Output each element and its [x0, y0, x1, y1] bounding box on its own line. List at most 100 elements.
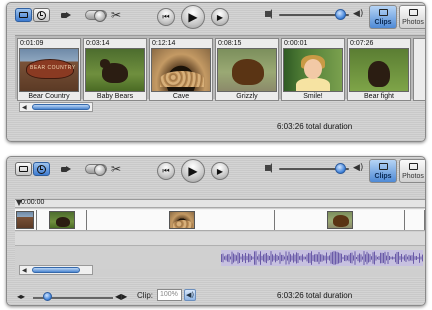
clip-partial[interactable] — [413, 38, 425, 101]
clip-shelf-scrollbar[interactable]: ◀ — [19, 102, 93, 112]
waveform-bar — [317, 254, 318, 262]
waveform-bar — [393, 256, 395, 260]
waveform-bar — [291, 255, 293, 261]
waveform-bar — [354, 251, 356, 265]
clip-volume-field[interactable]: 100% — [157, 289, 182, 301]
waveform-bar — [414, 256, 416, 260]
camera-edit-mode-switch[interactable] — [85, 164, 107, 176]
volume-high-icon: ◀) — [353, 9, 364, 19]
camera-icon — [61, 11, 71, 19]
tab-photos-label: Photos — [402, 173, 424, 180]
volume-slider-knob[interactable] — [335, 163, 346, 174]
waveform-bar — [281, 254, 282, 262]
waveform-bar — [303, 256, 305, 260]
clip-thumbnail — [327, 211, 353, 229]
clip-bear-fight[interactable]: 0:07:26 Bear fight — [347, 38, 411, 101]
waveform-bar — [395, 253, 396, 263]
scissors-icon[interactable]: ✂ — [111, 8, 121, 22]
waveform-bar — [383, 253, 384, 263]
rewind-button[interactable]: ⏮ — [157, 162, 175, 180]
play-fullscreen-button[interactable]: ▶ — [211, 8, 229, 26]
waveform-bar — [401, 254, 402, 262]
waveform-bar — [413, 252, 414, 264]
clip-grizzly[interactable]: 0:08:15 Grizzly — [215, 38, 279, 101]
clip-baby-bears[interactable]: 0:03:14 Baby Bears — [83, 38, 147, 101]
waveform-bar — [276, 255, 278, 261]
waveform-bar — [336, 251, 338, 265]
clip-thumbnail — [169, 211, 195, 229]
timeline-clip[interactable] — [37, 210, 87, 230]
timeline-clip[interactable] — [87, 210, 275, 230]
waveform-bar — [224, 256, 225, 260]
zoom-out-icon: ◂▸ — [17, 292, 26, 301]
scroll-left-icon[interactable]: ◀ — [22, 267, 27, 274]
tab-clips[interactable]: Clips — [369, 159, 397, 183]
clip-smile[interactable]: 0:00:01 Smile! — [281, 38, 345, 101]
tab-clips[interactable]: Clips — [369, 5, 397, 29]
clip-viewer-mode-button[interactable] — [15, 162, 32, 176]
waveform-bar — [269, 256, 270, 260]
volume-high-icon: ◀) — [353, 163, 364, 173]
clock-icon — [37, 10, 46, 20]
waveform-bar — [330, 252, 332, 264]
zoom-slider-knob[interactable] — [43, 292, 52, 301]
waveform-bar — [254, 251, 255, 265]
timeline-clip[interactable] — [405, 210, 425, 230]
clip-viewer-mode-button[interactable] — [15, 8, 32, 22]
waveform-bar — [309, 253, 311, 263]
speaker-icon[interactable]: ◀) — [184, 289, 196, 301]
tab-photos[interactable]: Photos — [399, 5, 425, 29]
clip-duration: 0:01:09 — [20, 40, 44, 47]
scroll-left-icon[interactable]: ◀ — [22, 104, 27, 111]
photos-tab-icon — [409, 163, 418, 170]
audio-track-1[interactable] — [15, 232, 425, 246]
playhead-time: 0:00:00 — [21, 199, 45, 206]
waveform-bar — [234, 254, 236, 262]
waveform-bar — [384, 251, 386, 265]
clip-thumbnail — [16, 211, 34, 229]
clip-cave[interactable]: 0:12:14 Cave — [149, 38, 213, 101]
waveform-bar — [329, 255, 330, 261]
waveform-bar — [302, 254, 303, 262]
waveform-bar — [369, 254, 371, 262]
camera-edit-mode-switch[interactable] — [85, 10, 107, 22]
waveform-bar — [246, 256, 248, 260]
scroll-thumb[interactable] — [32, 267, 80, 273]
zoom-in-icon: ◀▶ — [115, 292, 128, 301]
waveform-bar — [272, 254, 273, 262]
waveform-bar — [398, 251, 399, 264]
play-button[interactable]: ▶ — [181, 159, 205, 183]
waveform-bar — [293, 253, 294, 263]
waveform-bar — [345, 254, 347, 262]
clip-bear-country[interactable]: 0:01:09 BEAR COUNTRY Bear Country — [17, 38, 81, 101]
timeline-clip[interactable] — [15, 210, 37, 230]
audio-waveform[interactable] — [221, 250, 423, 266]
waveform-bar — [315, 254, 317, 262]
timeline-viewer-window: ✂ ⏮ ▶ ▶ ◀) Clips Photos 0:00:00 ◀ ◂▸ ◀▶ … — [6, 156, 426, 306]
clip-name: Grizzly — [236, 93, 258, 100]
waveform-bar — [225, 255, 227, 261]
play-fullscreen-button[interactable]: ▶ — [211, 162, 229, 180]
timeline-mode-button[interactable] — [33, 8, 50, 22]
rewind-button[interactable]: ⏮ — [157, 8, 175, 26]
timeline-mode-button[interactable] — [33, 162, 50, 176]
waveform-bar — [282, 254, 284, 262]
waveform-bar — [290, 254, 291, 262]
timeline-clip[interactable] — [275, 210, 405, 230]
volume-slider-knob[interactable] — [335, 9, 346, 20]
timeline-ruler[interactable]: 0:00:00 — [15, 199, 425, 208]
tab-photos[interactable]: Photos — [399, 159, 425, 183]
waveform-bar — [326, 252, 327, 264]
waveform-bar — [375, 255, 377, 261]
scroll-thumb[interactable] — [32, 104, 90, 110]
clip-thumbnail — [85, 48, 145, 92]
scissors-icon[interactable]: ✂ — [111, 162, 121, 176]
waveform-bar — [255, 251, 257, 265]
waveform-bar — [230, 256, 231, 260]
waveform-bar — [368, 253, 369, 263]
play-button[interactable]: ▶ — [181, 5, 205, 29]
timeline-scrollbar[interactable]: ◀ — [19, 265, 93, 275]
waveform-bar — [348, 254, 350, 262]
clips-tab-icon — [379, 163, 388, 170]
bear-head — [100, 59, 110, 68]
